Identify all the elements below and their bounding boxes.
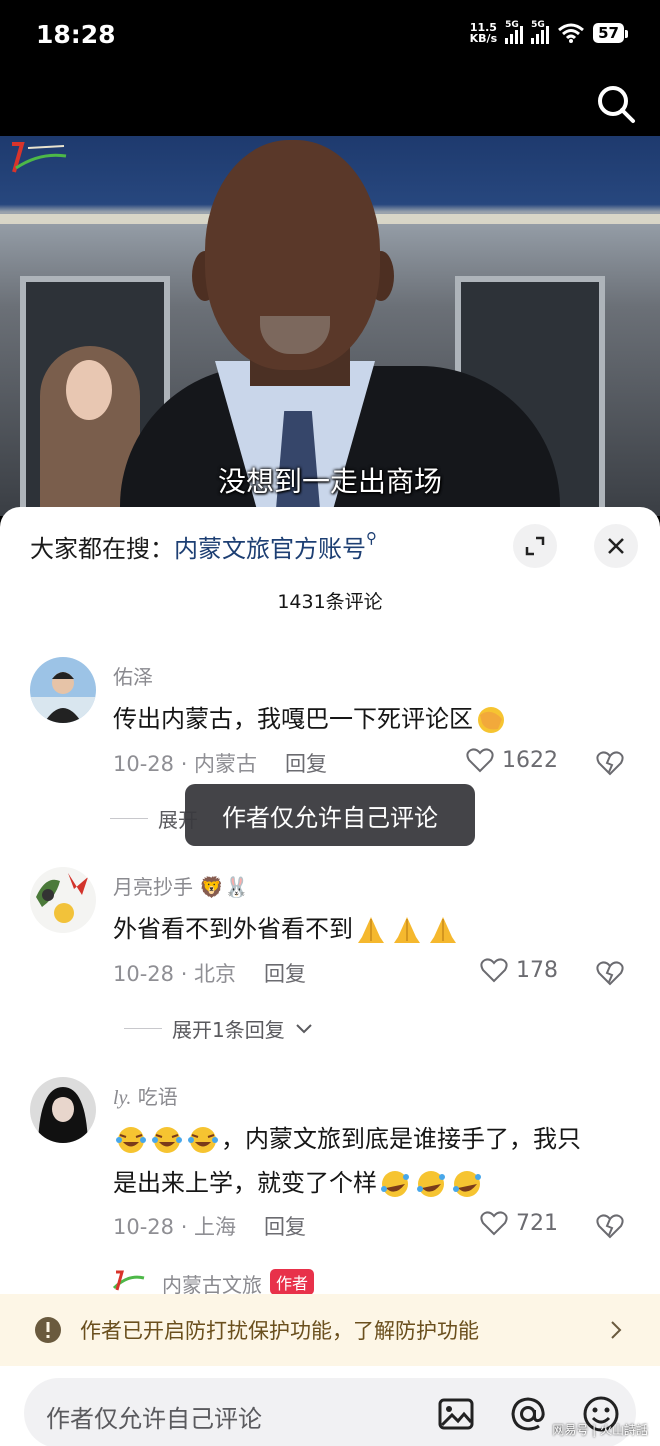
close-icon — [608, 538, 624, 554]
heart-icon — [480, 1211, 508, 1236]
comment-text: 外省看不到外省看不到 — [113, 907, 633, 951]
close-button[interactable] — [594, 524, 638, 568]
status-indicators: 11.5 KB/s 5G 5G 57 — [469, 20, 628, 45]
protection-notice[interactable]: 作者已开启防打扰保护功能，了解防护功能 — [0, 1294, 660, 1366]
expand-button[interactable] — [513, 524, 557, 568]
main-person — [120, 136, 560, 516]
comment-count: 1431条评论 — [277, 591, 383, 613]
avatar[interactable] — [110, 1266, 148, 1296]
wifi-icon — [558, 23, 585, 43]
comment-input[interactable]: 作者仅允许自己评论 — [24, 1378, 636, 1446]
reply-button[interactable]: 回复 — [264, 1215, 306, 1239]
rofl-emoji-icon — [453, 1171, 481, 1197]
search-small-icon: ⚲ — [366, 529, 377, 547]
avatar[interactable] — [30, 1077, 96, 1143]
image-icon[interactable] — [436, 1394, 476, 1434]
laugh-cry-emoji-icon — [116, 1127, 146, 1153]
signal-icon: 5G — [505, 20, 524, 44]
comment-meta: 10-28 · 内蒙古 回复 — [113, 752, 328, 776]
video-frame — [0, 136, 660, 516]
comment-meta: 10-28 · 上海 回复 — [113, 1215, 307, 1239]
lion-emoji-icon: 🦁 — [199, 875, 225, 899]
author-badge: 作者 — [270, 1269, 315, 1295]
comment-username[interactable]: 月亮抄手 🦁🐰 — [113, 871, 249, 900]
broken-heart-icon[interactable] — [596, 1212, 624, 1240]
comment-meta: 10-28 · 北京 回复 — [113, 962, 307, 986]
reply-button[interactable]: 回复 — [264, 962, 306, 986]
rofl-emoji-icon — [417, 1171, 445, 1197]
signal-icon-2: 5G — [531, 20, 550, 44]
heart-icon — [466, 748, 494, 773]
facepalm-emoji-icon — [478, 707, 504, 733]
hot-search[interactable]: 大家都在搜：内蒙文旅官方账号⚲ — [30, 529, 377, 564]
chevron-down-icon — [296, 1023, 312, 1033]
search-icon[interactable] — [594, 82, 638, 126]
like-button[interactable]: 178 — [480, 957, 558, 983]
channel-logo — [12, 142, 67, 173]
like-button[interactable]: 1622 — [466, 747, 558, 773]
broken-heart-icon[interactable] — [596, 959, 624, 987]
reply-button[interactable]: 回复 — [285, 752, 327, 776]
rofl-emoji-icon — [381, 1171, 409, 1197]
like-button[interactable]: 721 — [480, 1210, 558, 1236]
expand-replies[interactable]: 展开1条回复 — [124, 1014, 313, 1043]
comment-username[interactable]: 佑泽 — [113, 661, 153, 690]
comment-text: 传出内蒙古，我嘎巴一下死评论区 — [113, 697, 633, 741]
avatar[interactable] — [30, 657, 96, 723]
heart-icon — [480, 958, 508, 983]
comment-panel: 大家都在搜：内蒙文旅官方账号⚲ 1431条评论 佑泽 传出内蒙古，我嘎巴一下死评… — [0, 507, 660, 1446]
pray-emoji-icon — [394, 917, 420, 943]
chevron-right-icon — [611, 1321, 622, 1339]
laugh-cry-emoji-icon — [152, 1127, 182, 1153]
battery-indicator: 57 — [593, 23, 628, 43]
hot-search-link[interactable]: 内蒙文旅官方账号 — [174, 535, 366, 563]
broken-heart-icon[interactable] — [596, 749, 624, 777]
watermark: 网易号 | 火山詩話 — [552, 1423, 648, 1437]
laugh-cry-emoji-icon — [188, 1127, 218, 1153]
comment-text: ，内蒙文旅到底是谁接手了，我只 是出来上学，就变了个样 — [113, 1125, 581, 1197]
pray-emoji-icon — [430, 917, 456, 943]
comment-username[interactable]: ly. 吃语 — [113, 1081, 178, 1110]
video-player[interactable]: 没想到一走出商场 — [0, 72, 660, 522]
expand-icon — [525, 536, 545, 556]
toast-message: 作者仅允许自己评论 — [185, 784, 475, 846]
at-mention-icon[interactable] — [508, 1394, 548, 1434]
network-speed: 11.5 KB/s — [469, 21, 498, 45]
rabbit-emoji-icon: 🐰 — [224, 875, 250, 899]
pray-emoji-icon — [358, 917, 384, 943]
video-subtitle: 没想到一走出商场 — [217, 465, 442, 498]
avatar[interactable] — [30, 867, 96, 933]
status-bar: 18:28 11.5 KB/s 5G 5G 57 — [0, 0, 660, 72]
status-time: 18:28 — [36, 20, 116, 49]
info-icon — [35, 1317, 61, 1343]
